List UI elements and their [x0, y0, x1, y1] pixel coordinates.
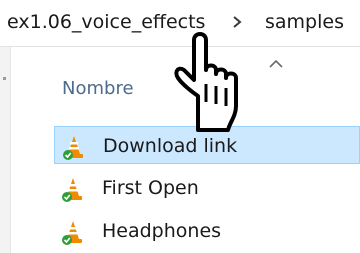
file-row-first-open[interactable]: First Open [54, 169, 360, 207]
file-name[interactable]: First Open [102, 175, 199, 201]
vlc-cone-icon [62, 178, 82, 202]
navigation-pane[interactable] [0, 47, 11, 253]
chevron-right-icon[interactable] [230, 14, 244, 30]
file-explorer-window: ex1.06_voice_effects samples Nombre Down… [0, 0, 360, 253]
address-bar[interactable]: ex1.06_voice_effects samples [0, 0, 360, 47]
breadcrumb-folder[interactable]: ex1.06_voice_effects [7, 9, 205, 35]
column-header-name[interactable]: Nombre [62, 77, 134, 101]
file-name[interactable]: Download link [103, 133, 237, 159]
nav-pane-marker [3, 77, 6, 80]
file-name[interactable]: Headphones [102, 218, 221, 244]
sort-ascending-icon[interactable] [268, 59, 284, 69]
vlc-cone-icon [63, 136, 83, 160]
file-row-headphones[interactable]: Headphones [54, 212, 360, 250]
file-row-download-link[interactable]: Download link [54, 126, 360, 164]
column-header: Nombre [11, 47, 360, 119]
vlc-cone-icon [62, 221, 82, 245]
breadcrumb-current[interactable]: samples [265, 9, 344, 35]
